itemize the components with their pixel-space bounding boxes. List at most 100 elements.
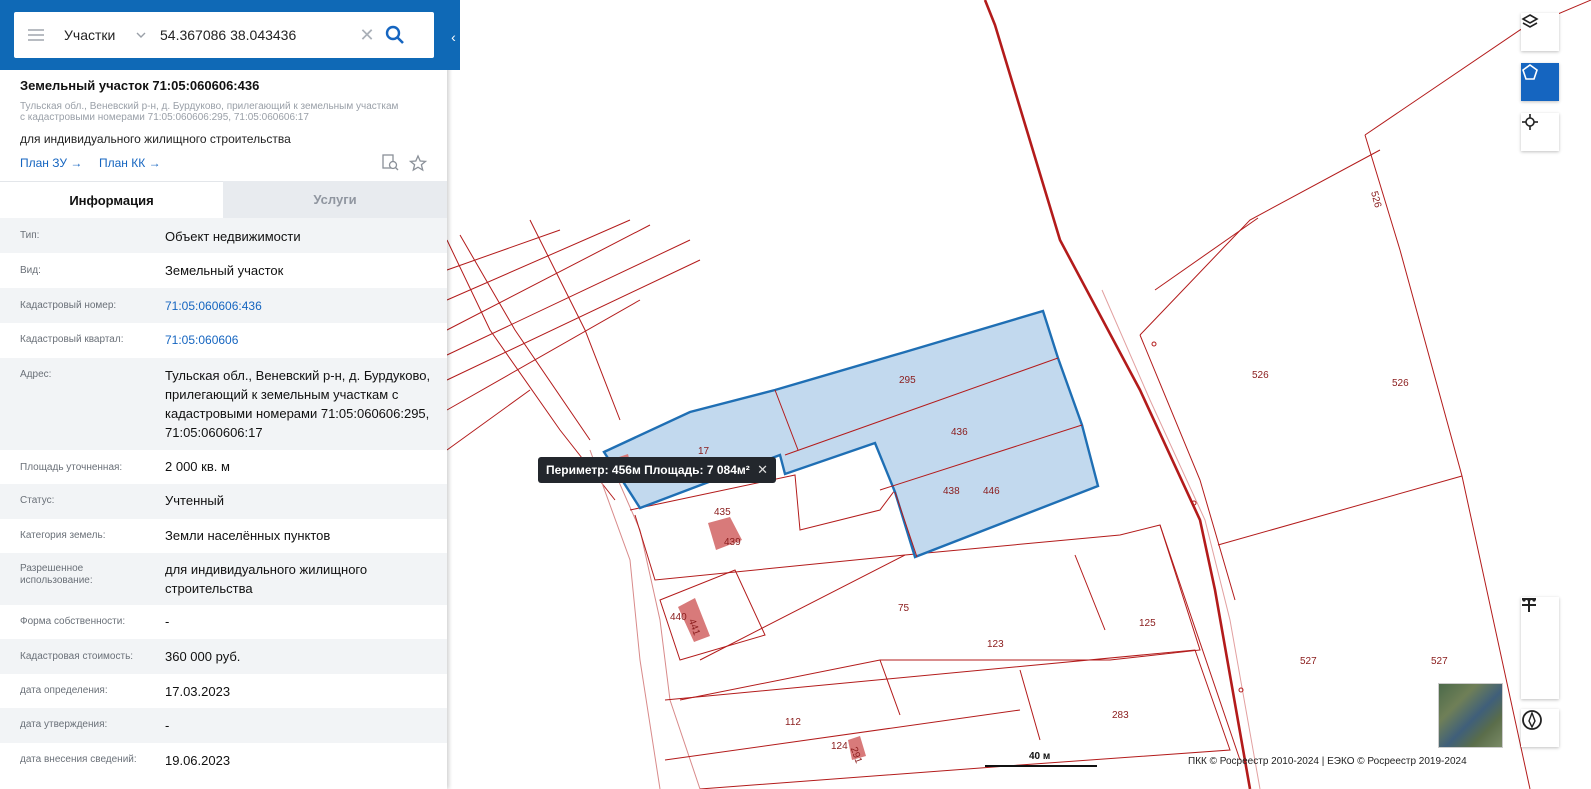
parcel-label: 295 — [899, 375, 916, 386]
row-value: - — [165, 614, 170, 629]
compass-icon — [1522, 710, 1542, 730]
cadastral-quarter-link[interactable]: 71:05:060606 — [165, 331, 440, 350]
satellite-basemap-thumbnail[interactable] — [1438, 683, 1503, 748]
table-row: Статус: Учтенный — [0, 484, 447, 519]
table-row: Адрес: Тульская обл., Веневский р-н, д. … — [0, 358, 447, 450]
pentagon-icon — [1522, 64, 1538, 80]
parcel-use: для индивидуального жилищного строительс… — [20, 132, 291, 146]
crosshair-icon — [1522, 114, 1538, 130]
layers-button[interactable] — [1521, 13, 1559, 51]
row-value: Тульская обл., Веневский р-н, д. Бурдуко… — [165, 368, 431, 440]
row-key: Площадь уточненная: — [20, 462, 123, 473]
compass-button[interactable] — [1521, 709, 1559, 747]
row-key: Форма собственности: — [20, 616, 126, 627]
parcel-label: 435 — [714, 507, 731, 518]
parcel-label: 439 — [724, 537, 741, 548]
cadastral-number-link[interactable]: 71:05:060606:436 — [165, 297, 440, 316]
row-value: Земли населённых пунктов — [165, 528, 331, 543]
row-key: дата внесения сведений: — [20, 754, 137, 765]
more-button[interactable] — [1521, 598, 1559, 665]
plan-kk-link[interactable]: План КК → — [99, 156, 161, 170]
scale-label: 40 м — [1029, 751, 1051, 762]
row-value: для индивидуального жилищного строительс… — [165, 562, 368, 596]
tab-services[interactable]: Услуги — [223, 181, 447, 218]
parcel-label: 526 — [1392, 378, 1409, 389]
table-row: Категория земель: Земли населённых пункт… — [0, 519, 447, 553]
menu-icon[interactable] — [28, 26, 44, 44]
collapse-panel-button[interactable]: ‹ — [447, 24, 460, 50]
parcel-label: 75 — [898, 603, 910, 614]
search-box: Участки ✕ — [14, 12, 434, 58]
search-input[interactable] — [160, 27, 356, 43]
table-row: Разрешенное использование: для индивидуа… — [0, 553, 447, 605]
row-key: Кадастровый квартал: — [20, 334, 124, 345]
row-key: Кадастровый номер: — [20, 300, 117, 311]
table-row: Тип: Объект недвижимости — [0, 218, 447, 253]
locate-button[interactable] — [1521, 113, 1559, 151]
row-key: Вид: — [20, 265, 41, 276]
parcel-label: 526 — [1252, 370, 1269, 381]
close-icon[interactable]: ✕ — [757, 462, 768, 478]
search-icon[interactable] — [384, 24, 406, 46]
parcel-title: Земельный участок 71:05:060606:436 — [20, 78, 260, 93]
polygon-tool-button[interactable] — [1521, 63, 1559, 101]
selected-parcel-area — [602, 309, 1100, 559]
parcel-label: 440 — [670, 612, 687, 623]
parcel-label: 283 — [1112, 710, 1129, 721]
parcel-label: 438 — [943, 486, 960, 497]
parcel-label: 125 — [1139, 618, 1156, 629]
row-key: Тип: — [20, 230, 40, 241]
table-row: Вид: Земельный участок — [0, 253, 447, 288]
card-actions — [382, 154, 428, 172]
table-row: Форма собственности: - — [0, 605, 447, 639]
parcel-label: 527 — [1300, 656, 1317, 667]
row-value: Объект недвижимости — [165, 229, 301, 244]
parcel-label: 527 — [1431, 656, 1448, 667]
table-row: дата определения: 17.03.2023 — [0, 674, 447, 708]
layer-select[interactable]: Участки — [64, 27, 136, 43]
table-row: дата внесения сведений: 19.06.2023 — [0, 743, 447, 789]
layers-icon — [1521, 14, 1539, 28]
row-key: дата утверждения: — [20, 719, 108, 730]
table-row: Кадастровый номер: 71:05:060606:436 — [0, 288, 447, 323]
parcel-label: 112 — [785, 717, 801, 728]
parcel-address: Тульская обл., Веневский р-н, д. Бурдуко… — [20, 101, 399, 123]
table-row: Площадь уточненная: 2 000 кв. м — [0, 450, 447, 484]
row-key: Категория земель: — [20, 530, 106, 541]
tab-information[interactable]: Информация — [0, 181, 223, 219]
row-value: - — [165, 718, 170, 733]
star-icon[interactable] — [408, 154, 428, 172]
table-row: дата утверждения: - — [0, 708, 447, 743]
row-key: дата определения: — [20, 685, 108, 696]
tabs: Информация Услуги — [0, 181, 447, 219]
parcel-label: 123 — [987, 639, 1004, 650]
row-value: 17.03.2023 — [165, 684, 231, 699]
parcel-label: 124 — [831, 741, 848, 752]
measure-text: Периметр: 456м Площадь: 7 084м² — [546, 463, 750, 477]
clear-icon[interactable]: ✕ — [356, 25, 378, 46]
row-key: Кадастровая стоимость: — [20, 651, 134, 662]
zoom-out-button[interactable] — [1521, 598, 1559, 699]
row-value: 2 000 кв. м — [165, 459, 230, 474]
info-panel: Участки ✕ Земельный участок 71:05:060606… — [0, 0, 460, 789]
zoom-controls — [1521, 597, 1559, 699]
row-value: 360 000 руб. — [165, 649, 241, 664]
parcel-label: 436 — [951, 427, 968, 438]
parcel-label: 17 — [698, 446, 710, 457]
scale-bar: 40 м — [985, 751, 1097, 767]
search-bar-container: Участки ✕ — [0, 0, 460, 70]
table-row: Кадастровая стоимость: 360 000 руб. — [0, 639, 447, 674]
chevron-down-icon[interactable] — [136, 30, 146, 40]
row-value: Земельный участок — [165, 263, 284, 278]
row-value: 19.06.2023 — [165, 753, 231, 768]
plan-zu-link[interactable]: План ЗУ → — [20, 156, 82, 170]
attribution: ПКК © Росреестр 2010-2024 | ЕЭКО © Росре… — [1188, 756, 1467, 767]
table-row: Кадастровый квартал: 71:05:060606 — [0, 323, 447, 358]
parcel-label: 446 — [983, 486, 1000, 497]
row-key: Статус: — [20, 495, 55, 506]
row-value: Учтенный — [165, 493, 225, 508]
row-key: Адрес: — [20, 369, 52, 380]
measure-tooltip: Периметр: 456м Площадь: 7 084м² ✕ — [538, 457, 776, 483]
search-document-icon[interactable] — [382, 154, 399, 171]
row-key: Разрешенное использование: — [20, 563, 93, 586]
